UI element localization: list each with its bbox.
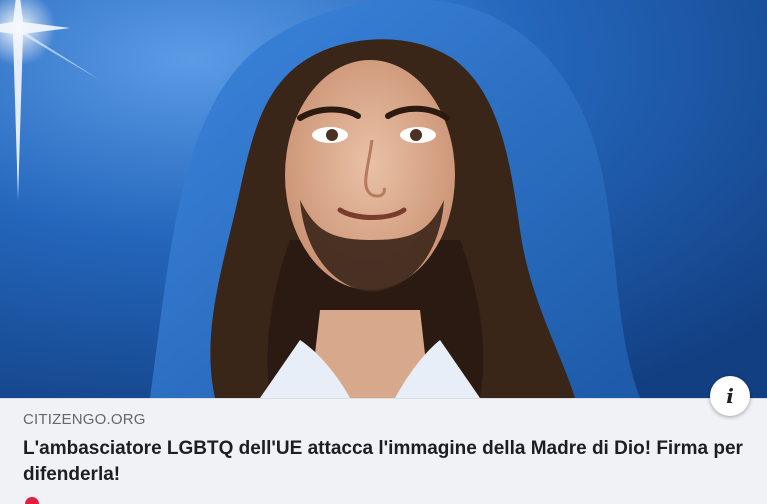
link-domain: CITIZENGO.ORG	[23, 411, 146, 428]
info-icon: i	[726, 384, 734, 408]
info-button[interactable]: i	[710, 376, 750, 416]
notification-badge	[25, 497, 39, 504]
link-meta[interactable]: CITIZENGO.ORG L'ambasciatore LGBTQ dell'…	[0, 398, 767, 504]
link-headline[interactable]: L'ambasciatore LGBTQ dell'UE attacca l'i…	[23, 436, 743, 488]
portrait-illustration	[0, 0, 767, 398]
preview-image[interactable]	[0, 0, 767, 398]
link-preview-card[interactable]: i CITIZENGO.ORG L'ambasciatore LGBTQ del…	[0, 0, 767, 504]
